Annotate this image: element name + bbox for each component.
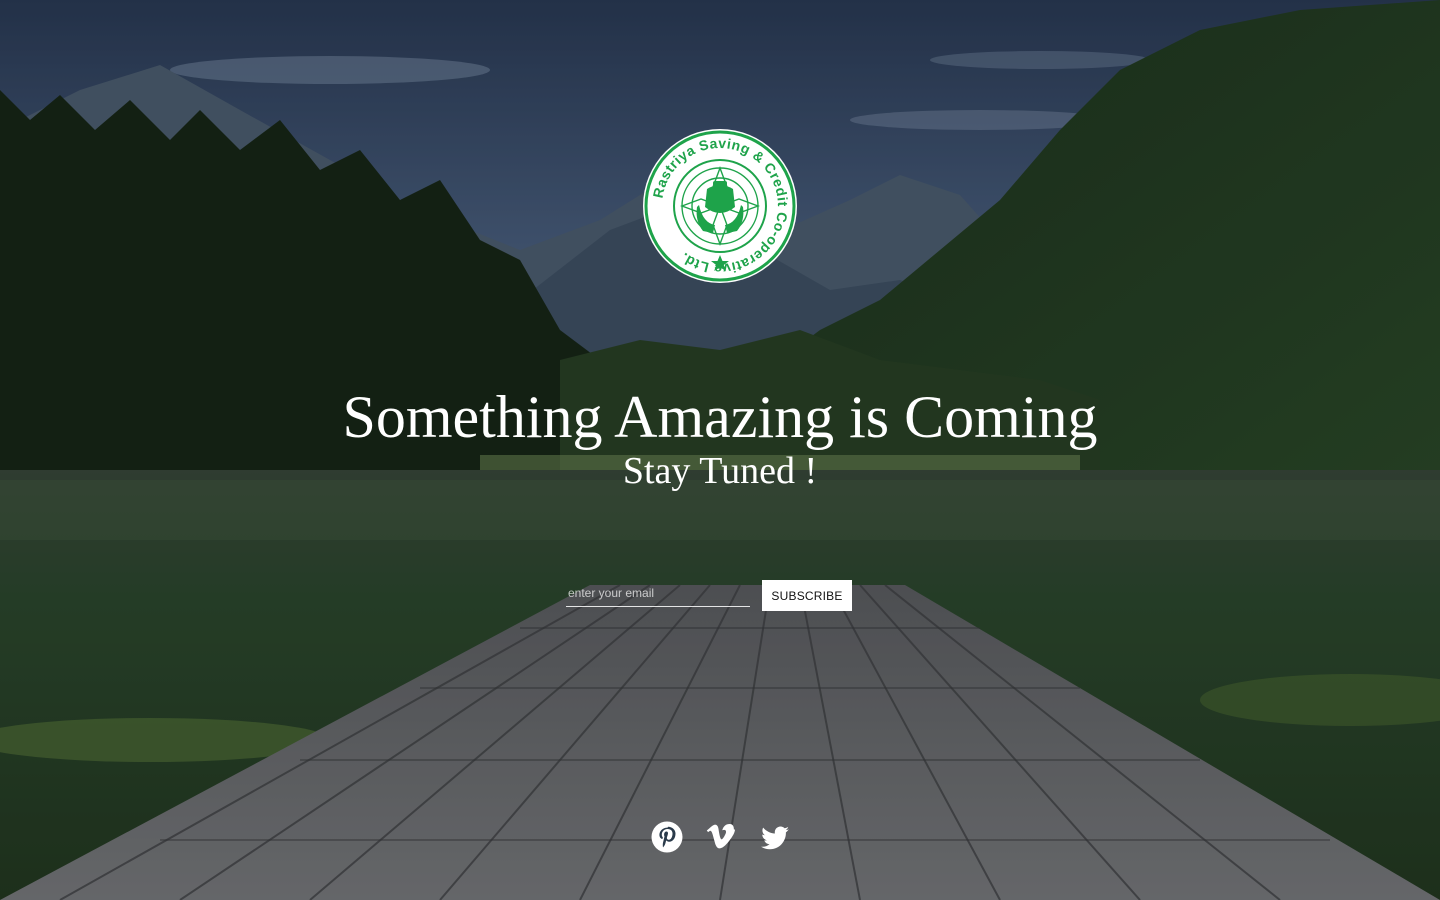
pinterest-link[interactable] [648,818,686,856]
pinterest-icon [651,821,683,853]
logo-seal: Rastriya Saving & Credit Co-operative Lt… [643,129,797,283]
page-title: Something Amazing is Coming [342,384,1098,450]
page-subtitle: Stay Tuned ! [622,450,818,492]
subscribe-button[interactable]: SUBSCRIBE [762,580,852,611]
vimeo-link[interactable] [702,818,740,856]
subscribe-form: SUBSCRIBE [566,580,856,612]
vimeo-icon [706,823,735,849]
email-input[interactable] [566,580,750,607]
social-links [648,818,798,858]
twitter-icon [761,826,789,850]
twitter-link[interactable] [756,818,794,856]
